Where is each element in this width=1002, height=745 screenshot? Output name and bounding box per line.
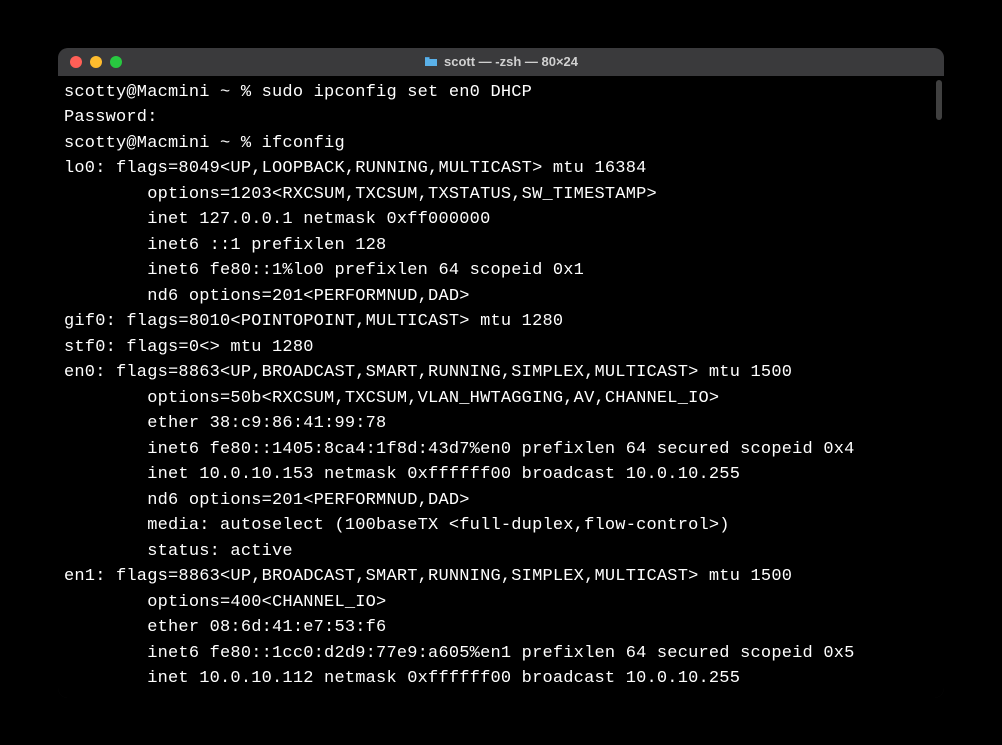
minimize-button[interactable] [90,56,102,68]
terminal-window: scott — -zsh — 80×24 scotty@Macmini ~ % … [58,48,944,698]
folder-icon [424,56,438,67]
scrollbar-thumb[interactable] [936,80,942,120]
titlebar[interactable]: scott — -zsh — 80×24 [58,48,944,76]
terminal-output: scotty@Macmini ~ % sudo ipconfig set en0… [64,80,938,692]
traffic-lights [70,56,122,68]
window-title: scott — -zsh — 80×24 [444,54,578,69]
window-title-container: scott — -zsh — 80×24 [58,54,944,69]
maximize-button[interactable] [110,56,122,68]
scrollbar-track[interactable] [936,80,942,694]
terminal-body[interactable]: scotty@Macmini ~ % sudo ipconfig set en0… [58,76,944,698]
close-button[interactable] [70,56,82,68]
